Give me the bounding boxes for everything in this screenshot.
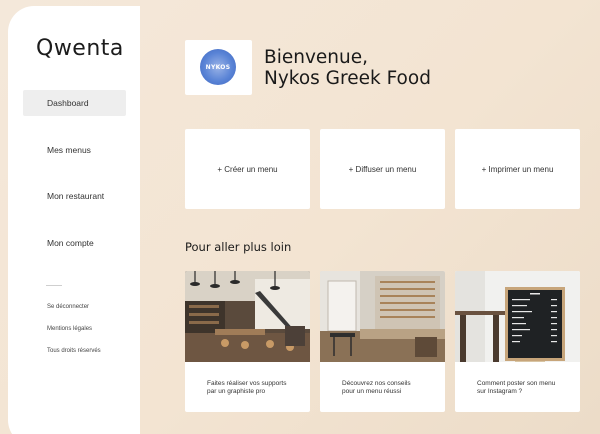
print-menu-label: + Imprimer un menu: [481, 164, 554, 174]
restaurant-logo-badge: NYKOS: [200, 49, 236, 85]
sidebar-item-mon-compte[interactable]: Mon compte: [23, 230, 126, 256]
restaurant-logo-text: NYKOS: [205, 63, 231, 71]
sidebar-item-dashboard[interactable]: Dashboard: [23, 90, 126, 116]
welcome-line-2: Nykos Greek Food: [264, 68, 431, 89]
tip-card-conseils[interactable]: Découvrez nos conseils pour un menu réus…: [320, 271, 445, 412]
create-menu-label: + Créer un menu: [217, 164, 278, 174]
sidebar-item-mon-restaurant[interactable]: Mon restaurant: [23, 183, 126, 209]
chalkboard-menu-image: [455, 271, 580, 362]
section-title: Pour aller plus loin: [185, 240, 292, 254]
cafe-counter-image: [320, 271, 445, 362]
broadcast-menu-label: + Diffuser un menu: [348, 164, 417, 174]
sidebar-item-mes-menus[interactable]: Mes menus: [23, 137, 126, 163]
legal-link[interactable]: Mentions légales: [47, 326, 92, 332]
tip-text-instagram: Comment poster son menu sur Instagram ?: [477, 380, 556, 395]
tip-text-conseils: Découvrez nos conseils pour un menu réus…: [342, 380, 411, 395]
welcome-heading: Bienvenue, Nykos Greek Food: [264, 47, 431, 89]
tip-card-instagram[interactable]: Comment poster son menu sur Instagram ?: [455, 271, 580, 412]
tip-card-graphiste[interactable]: Faites réaliser vos supports par un grap…: [185, 271, 310, 412]
tip-text-graphiste: Faites réaliser vos supports par un grap…: [207, 380, 287, 395]
broadcast-menu-button[interactable]: + Diffuser un menu: [320, 129, 445, 209]
print-menu-button[interactable]: + Imprimer un menu: [455, 129, 580, 209]
restaurant-logo: NYKOS: [185, 40, 252, 95]
sidebar-divider: [46, 285, 62, 286]
rights-link[interactable]: Tous droits réservés: [47, 348, 101, 354]
sidebar: Qwenta Dashboard Mes menus Mon restauran…: [8, 6, 140, 434]
app-logo[interactable]: Qwenta: [36, 36, 124, 61]
welcome-line-1: Bienvenue,: [264, 47, 368, 68]
create-menu-button[interactable]: + Créer un menu: [185, 129, 310, 209]
cafe-interior-image: [185, 271, 310, 362]
logout-link[interactable]: Se déconnecter: [47, 304, 89, 310]
